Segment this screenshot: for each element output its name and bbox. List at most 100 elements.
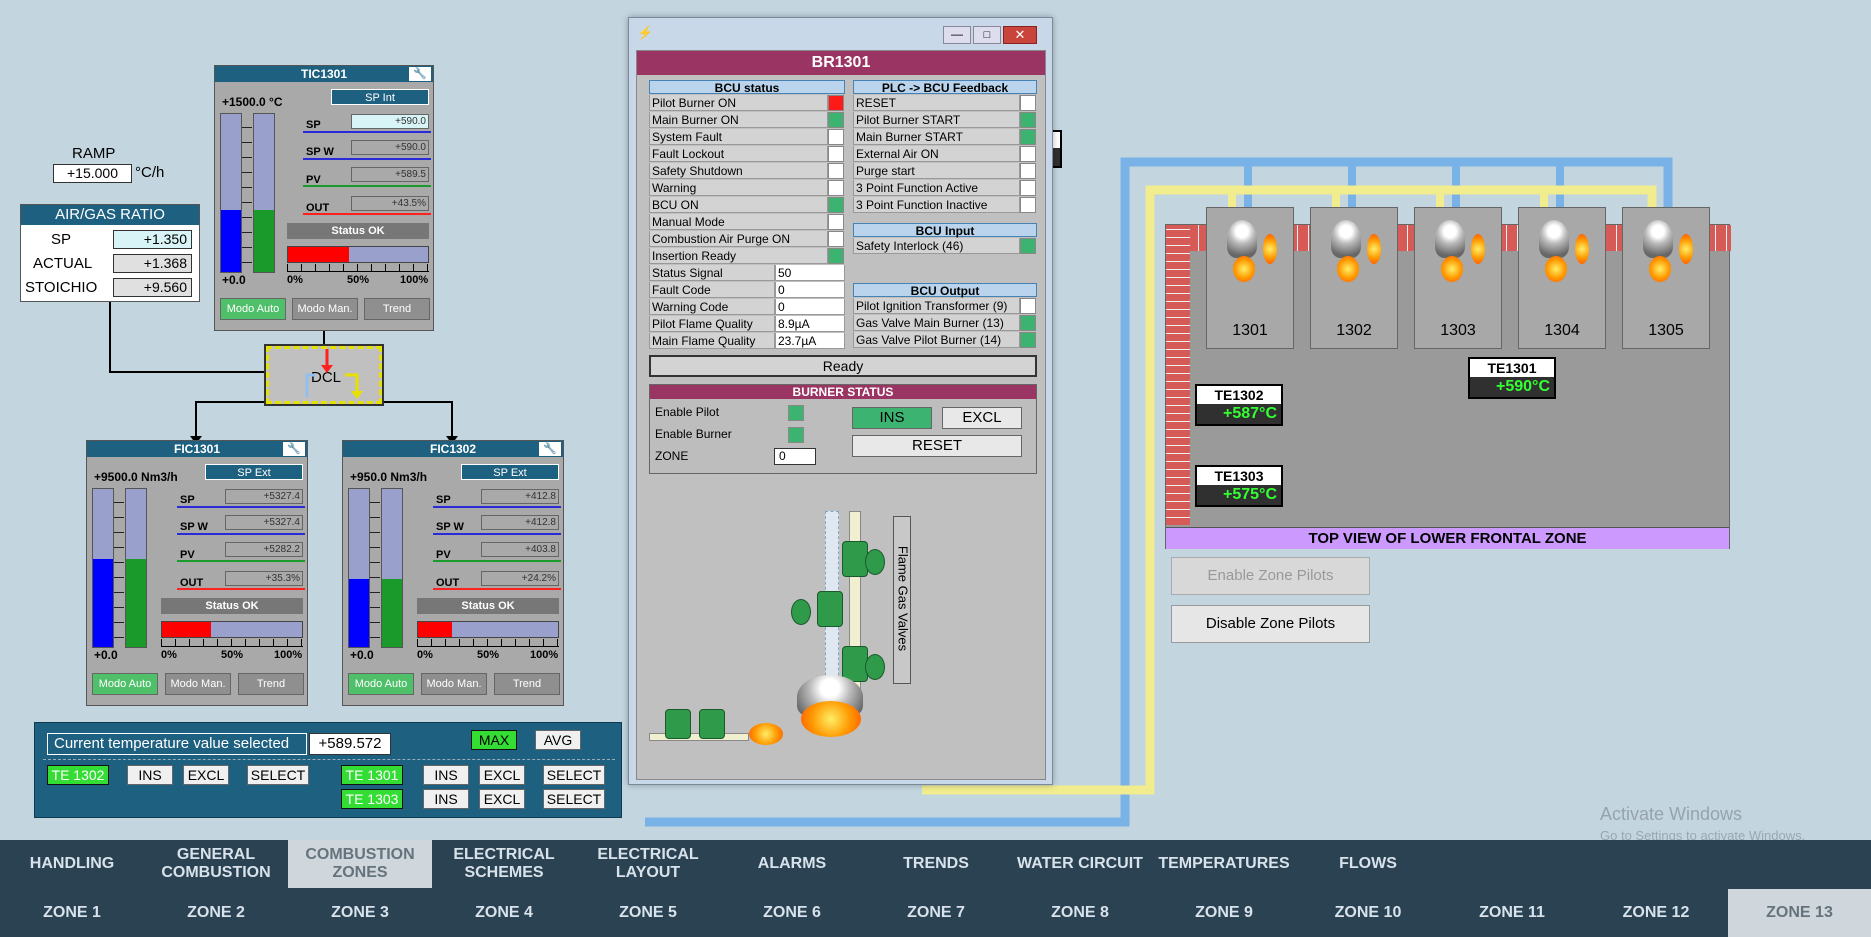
nav-tab-flows[interactable]: FLOWS (1296, 840, 1440, 888)
enable-burner-checkbox[interactable] (788, 427, 804, 443)
tic1301-sp-value[interactable]: +590.0 (351, 114, 429, 129)
bcu-output-indicator (1020, 315, 1036, 331)
fic1301-output-fill (162, 622, 212, 637)
te1302-excl-button[interactable]: EXCL (183, 765, 229, 785)
wrench-icon[interactable]: 🔧 (283, 442, 305, 456)
tic1301-sp-mode[interactable]: SP Int (331, 89, 429, 105)
fic1301-sp-line (177, 506, 305, 508)
reset-button[interactable]: RESET (852, 435, 1022, 457)
flame-icon (1233, 256, 1255, 282)
air-gas-actual-label: ACTUAL (33, 255, 93, 272)
burner-flame-icon (1643, 220, 1673, 258)
nav-zone-9[interactable]: ZONE 9 (1152, 889, 1296, 937)
plc-feedback-row: External Air ON (853, 146, 1020, 162)
burner-1302[interactable]: 1302 (1310, 207, 1398, 349)
bcu-value-field: 0 (775, 282, 845, 298)
te1301-excl-button[interactable]: EXCL (479, 765, 525, 785)
tic1301-sp-line (303, 131, 431, 133)
bcu-output-row: Gas Valve Main Burner (13) (853, 315, 1020, 331)
close-button[interactable]: ✕ (1003, 26, 1037, 44)
fic1301-trend-button[interactable]: Trend (238, 673, 304, 695)
bcu-status-indicator (828, 231, 844, 247)
enable-pilot-checkbox[interactable] (788, 405, 804, 421)
fic1301-auto-button[interactable]: Modo Auto (92, 673, 158, 695)
nav-tab-trends[interactable]: TRENDS (864, 840, 1008, 888)
fic1302-spw-label: SP W (436, 521, 464, 533)
fic1302-manual-button[interactable]: Modo Man. (421, 673, 487, 695)
max-button[interactable]: MAX (471, 730, 517, 750)
nav-tab-combustion-zones[interactable]: COMBUSTION ZONES (288, 840, 432, 888)
fic1301-tick-100: 100% (274, 649, 303, 661)
nav-zone-5[interactable]: ZONE 5 (576, 889, 720, 937)
te1301-indicator[interactable]: TE1301 +590°C (1468, 357, 1556, 399)
tic1301-manual-button[interactable]: Modo Man. (292, 298, 358, 320)
nav-zone-13[interactable]: ZONE 13 (1728, 889, 1871, 937)
te1303-indicator[interactable]: TE1303 +575°C (1195, 465, 1283, 507)
burner-1304[interactable]: 1304 (1518, 207, 1606, 349)
air-gas-stoichio-value: +9.560 (113, 278, 192, 297)
air-gas-sp-value[interactable]: +1.350 (113, 230, 192, 249)
nav-zone-3[interactable]: ZONE 3 (288, 889, 432, 937)
nav-zone-7[interactable]: ZONE 7 (864, 889, 1008, 937)
nav-zone-6[interactable]: ZONE 6 (720, 889, 864, 937)
air-gas-sp-label: SP (51, 231, 72, 248)
fic1302-auto-button[interactable]: Modo Auto (348, 673, 414, 695)
bcu-input-header: BCU Input (853, 223, 1037, 238)
tic1301-fill-green (254, 210, 274, 272)
nav-zone-12[interactable]: ZONE 12 (1584, 889, 1728, 937)
nav-tab-alarms[interactable]: ALARMS (720, 840, 864, 888)
minimize-button[interactable]: — (943, 26, 971, 44)
maximize-button[interactable]: □ (973, 26, 1001, 44)
burner-1305[interactable]: 1305 (1622, 207, 1710, 349)
burner-1303[interactable]: 1303 (1414, 207, 1502, 349)
fic1302-sp-mode[interactable]: SP Ext (461, 464, 559, 480)
burner-label: 1305 (1648, 322, 1684, 339)
nav-tab-general-combustion[interactable]: GENERAL COMBUSTION (144, 840, 288, 888)
nav-tab-electrical-schemes[interactable]: ELECTRICAL SCHEMES (432, 840, 576, 888)
nav-tab-electrical-layout[interactable]: ELECTRICAL LAYOUT (576, 840, 720, 888)
ins-button[interactable]: INS (852, 407, 932, 429)
disable-zone-pilots-button[interactable]: Disable Zone Pilots (1171, 605, 1370, 643)
fic1302-spw-line (433, 533, 561, 535)
te1301-ins-button[interactable]: INS (423, 765, 469, 785)
plc-feedback-row: 3 Point Function Active (853, 180, 1020, 196)
dcl-block[interactable]: DCL (264, 344, 384, 406)
tic1301-trend-button[interactable]: Trend (364, 298, 430, 320)
fic1301-sp-mode[interactable]: SP Ext (205, 464, 303, 480)
excl-button[interactable]: EXCL (942, 407, 1022, 429)
nav-zone-4[interactable]: ZONE 4 (432, 889, 576, 937)
tic1301-spw-line (303, 158, 431, 160)
te1303-select-button[interactable]: SELECT (543, 789, 605, 809)
te1303-ins-button[interactable]: INS (423, 789, 469, 809)
nav-zone-10[interactable]: ZONE 10 (1296, 889, 1440, 937)
ramp-value[interactable]: +15.000 (53, 164, 132, 183)
wrench-icon[interactable]: 🔧 (409, 67, 431, 81)
nav-zone-2[interactable]: ZONE 2 (144, 889, 288, 937)
plc-feedback-row: 3 Point Function Inactive (853, 197, 1020, 213)
nav-tab-handling[interactable]: HANDLING (0, 840, 144, 888)
tic1301-auto-button[interactable]: Modo Auto (220, 298, 286, 320)
nav-zone-8[interactable]: ZONE 8 (1008, 889, 1152, 937)
nav-zone-1[interactable]: ZONE 1 (0, 889, 144, 937)
te1302-ins-button[interactable]: INS (127, 765, 173, 785)
burner-1301[interactable]: 1301 (1206, 207, 1294, 349)
plc-feedback-indicator (1020, 163, 1036, 179)
plc-feedback-row: Pilot Burner START (853, 112, 1020, 128)
fic1302-trend-button[interactable]: Trend (494, 673, 560, 695)
te1302-select-button[interactable]: SELECT (247, 765, 309, 785)
nav-tab-water-circuit[interactable]: WATER CIRCUIT (1008, 840, 1152, 888)
enable-zone-pilots-button[interactable]: Enable Zone Pilots (1171, 557, 1370, 595)
bcu-output-row: Pilot Ignition Transformer (9) (853, 298, 1020, 314)
wrench-icon[interactable]: 🔧 (539, 442, 561, 456)
avg-button[interactable]: AVG (535, 730, 581, 750)
nav-zone-11[interactable]: ZONE 11 (1440, 889, 1584, 937)
te1301-select-button[interactable]: SELECT (543, 765, 605, 785)
te1303-excl-button[interactable]: EXCL (479, 789, 525, 809)
fic1301-manual-button[interactable]: Modo Man. (165, 673, 231, 695)
plc-feedback-row: Purge start (853, 163, 1020, 179)
enable-pilot-label: Enable Pilot (655, 405, 720, 419)
zone-input[interactable]: 0 (774, 448, 816, 465)
bcu-status-indicator (828, 95, 844, 111)
te1302-indicator[interactable]: TE1302 +587°C (1195, 384, 1283, 426)
nav-tab-temperatures[interactable]: TEMPERATURES (1152, 840, 1296, 888)
